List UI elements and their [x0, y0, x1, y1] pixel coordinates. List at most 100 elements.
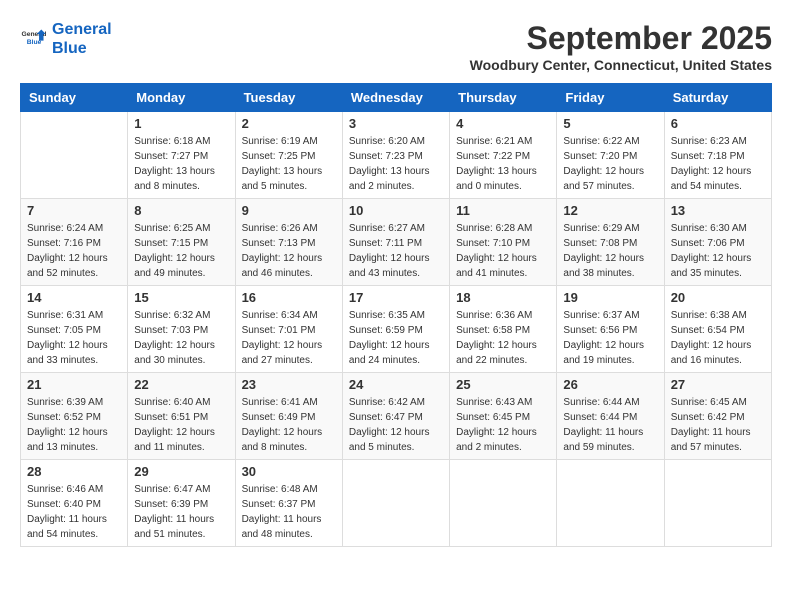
day-number: 16	[242, 290, 336, 305]
day-number: 30	[242, 464, 336, 479]
calendar-cell: 3Sunrise: 6:20 AMSunset: 7:23 PMDaylight…	[342, 112, 449, 199]
day-info: Sunrise: 6:42 AMSunset: 6:47 PMDaylight:…	[349, 395, 443, 455]
calendar-week-row: 1Sunrise: 6:18 AMSunset: 7:27 PMDaylight…	[21, 112, 772, 199]
calendar-cell: 24 Sunrise: 6:42 AMSunset: 6:47 PMDayligh…	[342, 373, 449, 460]
day-info: Sunrise: 6:36 AMSunset: 6:58 PMDaylight:…	[456, 308, 550, 368]
calendar-week-row: 21Sunrise: 6:39 AMSunset: 6:52 PMDayligh…	[21, 373, 772, 460]
day-number: 19	[563, 290, 657, 305]
day-number: 17	[349, 290, 443, 305]
day-number: 12	[563, 203, 657, 218]
day-number: 5	[563, 116, 657, 131]
calendar-cell: 4 Sunrise: 6:21 AMSunset: 7:22 PMDaylight…	[450, 112, 557, 199]
calendar-cell	[557, 460, 664, 547]
calendar-header-row: SundayMondayTuesdayWednesdayThursdayFrid…	[21, 84, 772, 112]
day-number: 23	[242, 377, 336, 392]
calendar-header-thursday: Thursday	[450, 84, 557, 112]
calendar-cell	[450, 460, 557, 547]
day-number: 10	[349, 203, 443, 218]
day-number: 15	[134, 290, 228, 305]
day-info: Sunrise: 6:45 AMSunset: 6:42 PMDaylight:…	[671, 395, 765, 455]
calendar-header-saturday: Saturday	[664, 84, 771, 112]
day-info: Sunrise: 6:28 AMSunset: 7:10 PMDaylight:…	[456, 221, 550, 281]
calendar-cell: 16 Sunrise: 6:34 AMSunset: 7:01 PMDayligh…	[235, 286, 342, 373]
calendar-cell: 9 Sunrise: 6:26 AMSunset: 7:13 PMDaylight…	[235, 199, 342, 286]
day-number: 8	[134, 203, 228, 218]
day-info: Sunrise: 6:21 AMSunset: 7:22 PMDaylight:…	[456, 134, 550, 194]
calendar-header-wednesday: Wednesday	[342, 84, 449, 112]
day-info: Sunrise: 6:44 AMSunset: 6:44 PMDaylight:…	[563, 395, 657, 455]
calendar-cell: 25Sunrise: 6:43 AMSunset: 6:45 PMDayligh…	[450, 373, 557, 460]
day-number: 7	[27, 203, 121, 218]
calendar-cell: 23 Sunrise: 6:41 AMSunset: 6:49 PMDayligh…	[235, 373, 342, 460]
calendar-cell: 10Sunrise: 6:27 AMSunset: 7:11 PMDayligh…	[342, 199, 449, 286]
day-number: 4	[456, 116, 550, 131]
day-info: Sunrise: 6:29 AMSunset: 7:08 PMDaylight:…	[563, 221, 657, 281]
logo-icon: GeneralBlue	[20, 25, 48, 53]
day-number: 2	[242, 116, 336, 131]
calendar-cell: 28Sunrise: 6:46 AMSunset: 6:40 PMDayligh…	[21, 460, 128, 547]
calendar-cell: 22 Sunrise: 6:40 AMSunset: 6:51 PMDayligh…	[128, 373, 235, 460]
title-block: September 2025 Woodbury Center, Connecti…	[470, 20, 772, 73]
calendar-cell: 26 Sunrise: 6:44 AMSunset: 6:44 PMDayligh…	[557, 373, 664, 460]
calendar-header-friday: Friday	[557, 84, 664, 112]
day-number: 13	[671, 203, 765, 218]
calendar-cell: 20Sunrise: 6:38 AMSunset: 6:54 PMDayligh…	[664, 286, 771, 373]
day-info: Sunrise: 6:25 AMSunset: 7:15 PMDaylight:…	[134, 221, 228, 281]
day-info: Sunrise: 6:35 AMSunset: 6:59 PMDaylight:…	[349, 308, 443, 368]
day-info: Sunrise: 6:40 AMSunset: 6:51 PMDaylight:…	[134, 395, 228, 455]
day-info: Sunrise: 6:37 AMSunset: 6:56 PMDaylight:…	[563, 308, 657, 368]
day-info: Sunrise: 6:41 AMSunset: 6:49 PMDaylight:…	[242, 395, 336, 455]
calendar-cell: 13 Sunrise: 6:30 AMSunset: 7:06 PMDayligh…	[664, 199, 771, 286]
location: Woodbury Center, Connecticut, United Sta…	[470, 57, 772, 73]
calendar-cell: 17 Sunrise: 6:35 AMSunset: 6:59 PMDayligh…	[342, 286, 449, 373]
logo-text: GeneralBlue	[52, 20, 112, 58]
calendar-week-row: 28Sunrise: 6:46 AMSunset: 6:40 PMDayligh…	[21, 460, 772, 547]
calendar-table: SundayMondayTuesdayWednesdayThursdayFrid…	[20, 83, 772, 547]
day-number: 11	[456, 203, 550, 218]
page-header: GeneralBlue GeneralBlue September 2025 W…	[20, 20, 772, 73]
calendar-cell: 1Sunrise: 6:18 AMSunset: 7:27 PMDaylight…	[128, 112, 235, 199]
day-number: 27	[671, 377, 765, 392]
day-info: Sunrise: 6:18 AMSunset: 7:27 PMDaylight:…	[134, 134, 228, 194]
day-info: Sunrise: 6:39 AMSunset: 6:52 PMDaylight:…	[27, 395, 121, 455]
day-number: 6	[671, 116, 765, 131]
calendar-cell: 7 Sunrise: 6:24 AMSunset: 7:16 PMDaylight…	[21, 199, 128, 286]
month-title: September 2025	[470, 20, 772, 57]
day-info: Sunrise: 6:48 AMSunset: 6:37 PMDaylight:…	[242, 482, 336, 542]
day-number: 22	[134, 377, 228, 392]
day-info: Sunrise: 6:43 AMSunset: 6:45 PMDaylight:…	[456, 395, 550, 455]
calendar-cell	[21, 112, 128, 199]
calendar-cell: 14Sunrise: 6:31 AMSunset: 7:05 PMDayligh…	[21, 286, 128, 373]
day-number: 26	[563, 377, 657, 392]
day-number: 29	[134, 464, 228, 479]
calendar-header-tuesday: Tuesday	[235, 84, 342, 112]
day-number: 3	[349, 116, 443, 131]
day-info: Sunrise: 6:30 AMSunset: 7:06 PMDaylight:…	[671, 221, 765, 281]
calendar-header-monday: Monday	[128, 84, 235, 112]
calendar-cell: 8 Sunrise: 6:25 AMSunset: 7:15 PMDaylight…	[128, 199, 235, 286]
day-info: Sunrise: 6:24 AMSunset: 7:16 PMDaylight:…	[27, 221, 121, 281]
day-number: 18	[456, 290, 550, 305]
day-number: 9	[242, 203, 336, 218]
day-info: Sunrise: 6:32 AMSunset: 7:03 PMDaylight:…	[134, 308, 228, 368]
day-number: 20	[671, 290, 765, 305]
day-info: Sunrise: 6:22 AMSunset: 7:20 PMDaylight:…	[563, 134, 657, 194]
calendar-header-sunday: Sunday	[21, 84, 128, 112]
calendar-cell: 18 Sunrise: 6:36 AMSunset: 6:58 PMDayligh…	[450, 286, 557, 373]
calendar-cell: 19 Sunrise: 6:37 AMSunset: 6:56 PMDayligh…	[557, 286, 664, 373]
calendar-cell: 15 Sunrise: 6:32 AMSunset: 7:03 PMDayligh…	[128, 286, 235, 373]
calendar-cell	[342, 460, 449, 547]
day-number: 14	[27, 290, 121, 305]
day-info: Sunrise: 6:46 AMSunset: 6:40 PMDaylight:…	[27, 482, 121, 542]
calendar-week-row: 7 Sunrise: 6:24 AMSunset: 7:16 PMDaylight…	[21, 199, 772, 286]
day-info: Sunrise: 6:26 AMSunset: 7:13 PMDaylight:…	[242, 221, 336, 281]
day-number: 24	[349, 377, 443, 392]
day-info: Sunrise: 6:19 AMSunset: 7:25 PMDaylight:…	[242, 134, 336, 194]
calendar-cell: 11 Sunrise: 6:28 AMSunset: 7:10 PMDayligh…	[450, 199, 557, 286]
calendar-cell: 2 Sunrise: 6:19 AMSunset: 7:25 PMDaylight…	[235, 112, 342, 199]
day-info: Sunrise: 6:47 AMSunset: 6:39 PMDaylight:…	[134, 482, 228, 542]
calendar-cell: 29 Sunrise: 6:47 AMSunset: 6:39 PMDayligh…	[128, 460, 235, 547]
day-info: Sunrise: 6:34 AMSunset: 7:01 PMDaylight:…	[242, 308, 336, 368]
calendar-cell: 27 Sunrise: 6:45 AMSunset: 6:42 PMDayligh…	[664, 373, 771, 460]
calendar-week-row: 14Sunrise: 6:31 AMSunset: 7:05 PMDayligh…	[21, 286, 772, 373]
